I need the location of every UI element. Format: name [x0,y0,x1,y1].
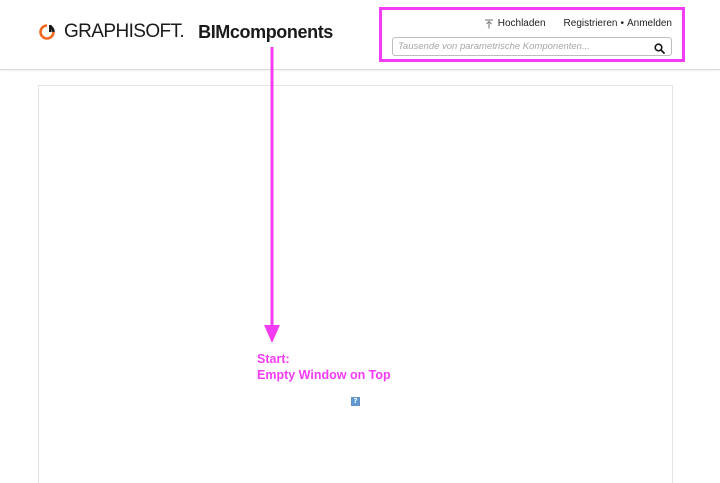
annotation-line-1: Start: [257,352,290,366]
annotation-line-2: Empty Window on Top [257,368,391,382]
graphisoft-logo-icon [38,23,56,41]
product-name: BIMcomponents [198,22,333,42]
annotation-arrow-icon [264,47,280,343]
upload-label: Hochladen [497,18,546,29]
broken-image-icon: ? [351,397,360,406]
page: GRAPHISOFT. BIMcomponents Hochladen Regi… [0,0,720,483]
login-link[interactable]: Anmelden [627,18,672,29]
link-separator: • [620,18,624,29]
search-input[interactable] [393,38,658,55]
upload-link[interactable]: Hochladen [484,18,546,29]
site-header: GRAPHISOFT. BIMcomponents Hochladen Regi… [0,0,720,70]
brand-name: GRAPHISOFT. [64,21,185,42]
brand-logo[interactable]: GRAPHISOFT. BIMcomponents [38,20,333,44]
search-icon[interactable] [654,41,665,54]
header-links: Hochladen Registrieren • Anmelden [484,18,672,29]
search-box [392,37,672,56]
register-link[interactable]: Registrieren [564,18,618,29]
annotation-text: Start: Empty Window on Top [257,351,391,383]
upload-icon [484,18,494,29]
content-frame [38,85,673,483]
auth-search-panel: Hochladen Registrieren • Anmelden [379,7,685,62]
